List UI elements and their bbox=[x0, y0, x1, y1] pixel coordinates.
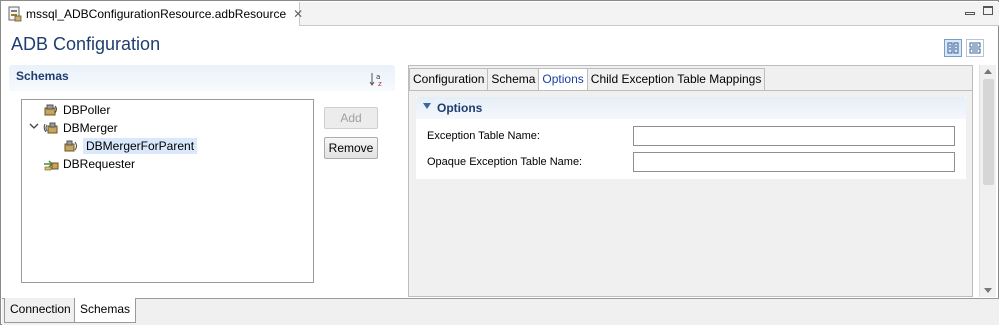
layout-toggle-group bbox=[944, 39, 984, 57]
tree-item-label: DBMerger bbox=[63, 121, 118, 135]
tab-connection[interactable]: Connection bbox=[4, 298, 77, 323]
tree-item-dbmerger[interactable]: DBMerger bbox=[43, 119, 121, 137]
window-controls bbox=[965, 6, 993, 15]
maximize-icon[interactable] bbox=[983, 6, 993, 15]
schemas-tree[interactable]: DBPoller DBMerger DBMergerForParent DBRe… bbox=[21, 99, 314, 283]
vertical-scrollbar[interactable] bbox=[979, 65, 996, 297]
tree-item-label: DBRequester bbox=[63, 157, 136, 171]
schemas-section-title: Schemas bbox=[16, 69, 69, 83]
tab-schema[interactable]: Schema bbox=[487, 68, 540, 90]
merger-child-icon bbox=[63, 139, 79, 153]
minimize-icon[interactable] bbox=[965, 11, 975, 15]
options-section: Options Exception Table Name: Opaque Exc… bbox=[416, 97, 966, 179]
scroll-down-arrow-icon[interactable] bbox=[984, 288, 992, 293]
sort-alpha-icon[interactable]: a z bbox=[369, 71, 385, 88]
tree-item-dbmergerforparent[interactable]: DBMergerForParent bbox=[63, 137, 200, 155]
tab-child-exception-table-mappings[interactable]: Child Exception Table Mappings bbox=[586, 68, 766, 90]
editor-tab-title: mssql_ADBConfigurationResource.adbResour… bbox=[26, 7, 287, 21]
poller-icon bbox=[43, 103, 59, 117]
remove-button[interactable]: Remove bbox=[324, 137, 378, 159]
options-section-title: Options bbox=[437, 101, 483, 115]
schemas-section: Schemas a z DBPoller DBMerger DBMergerFo… bbox=[9, 65, 395, 297]
columns-layout-icon bbox=[947, 42, 959, 54]
opaque-exception-table-name-label: Opaque Exception Table Name: bbox=[427, 156, 583, 168]
scrollbar-thumb[interactable] bbox=[983, 79, 994, 185]
close-icon[interactable]: ✕ bbox=[293, 7, 303, 21]
tab-schemas[interactable]: Schemas bbox=[74, 298, 137, 323]
page-tab-bar: Connection Schemas bbox=[2, 298, 999, 325]
tab-configuration[interactable]: Configuration bbox=[409, 68, 489, 90]
schemas-section-header: Schemas a z bbox=[9, 65, 395, 91]
opaque-exception-table-name-field[interactable] bbox=[633, 152, 955, 172]
tab-options[interactable]: Options bbox=[538, 68, 588, 91]
adb-resource-file-icon bbox=[8, 6, 22, 22]
options-section-header[interactable]: Options bbox=[416, 97, 966, 119]
rows-layout-icon bbox=[969, 42, 981, 54]
page-title: ADB Configuration bbox=[11, 34, 161, 54]
svg-text:z: z bbox=[378, 80, 382, 87]
add-button[interactable]: Add bbox=[324, 107, 378, 129]
tree-item-label: DBMergerForParent bbox=[83, 138, 198, 154]
requester-icon bbox=[43, 157, 59, 171]
chevron-down-icon[interactable] bbox=[29, 122, 39, 133]
scroll-up-arrow-icon[interactable] bbox=[984, 69, 992, 74]
options-tab-body: Options Exception Table Name: Opaque Exc… bbox=[409, 90, 972, 296]
details-panel: Configuration Schema Options Child Excep… bbox=[408, 65, 973, 297]
editor-window: mssql_ADBConfigurationResource.adbResour… bbox=[0, 0, 999, 325]
horizontal-layout-button[interactable] bbox=[944, 39, 962, 57]
tree-item-dbpoller[interactable]: DBPoller bbox=[43, 101, 113, 119]
exception-table-name-field[interactable] bbox=[633, 126, 955, 146]
vertical-layout-button[interactable] bbox=[966, 39, 984, 57]
editor-tab-bar: mssql_ADBConfigurationResource.adbResour… bbox=[2, 2, 999, 26]
editor-tab[interactable]: mssql_ADBConfigurationResource.adbResour… bbox=[2, 2, 303, 26]
exception-table-name-label: Exception Table Name: bbox=[427, 130, 540, 142]
merger-icon bbox=[43, 121, 59, 135]
collapse-triangle-icon[interactable] bbox=[423, 103, 431, 109]
tree-item-dbrequester[interactable]: DBRequester bbox=[43, 155, 138, 173]
details-tab-strip: Configuration Schema Options Child Excep… bbox=[409, 68, 766, 91]
tree-item-label: DBPoller bbox=[63, 103, 111, 117]
